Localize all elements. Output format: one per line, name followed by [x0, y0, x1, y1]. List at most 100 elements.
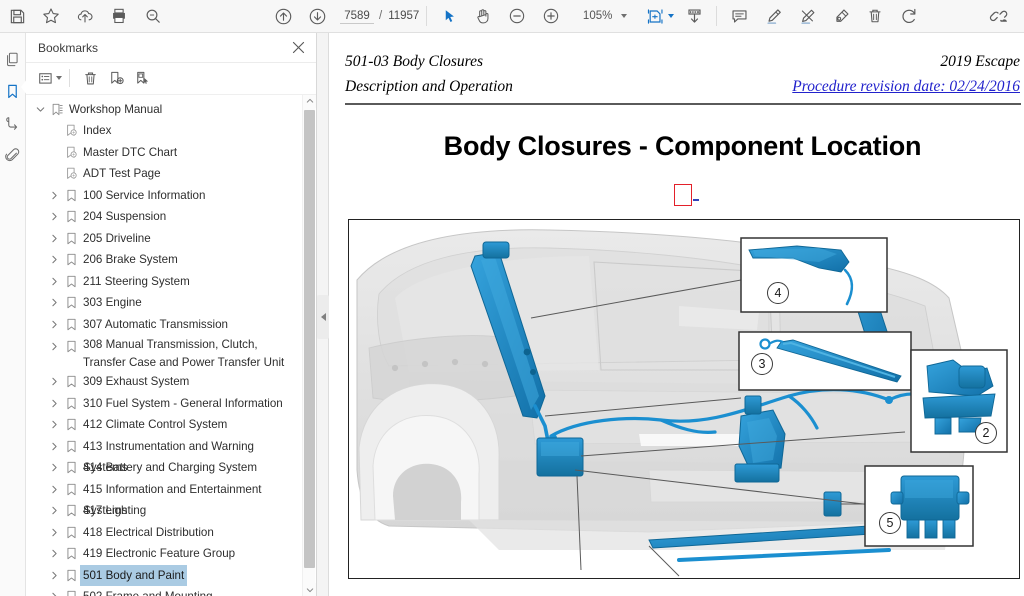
star-icon[interactable]: [34, 0, 68, 33]
bookmarks-scrollbar[interactable]: [302, 95, 315, 596]
bookmark-icon: [62, 500, 80, 522]
bookmark-options-icon[interactable]: [36, 65, 62, 91]
bookmark-item[interactable]: 502 Frame and Mounting: [26, 586, 316, 596]
bookmark-item[interactable]: Index: [26, 120, 316, 142]
bookmark-item[interactable]: 204 Suspension: [26, 206, 316, 228]
bookmark-item[interactable]: 308 Manual Transmission, Clutch, Transfe…: [26, 335, 316, 371]
bookmark-label: 307 Automatic Transmission: [80, 314, 231, 336]
bookmark-item[interactable]: 501 Body and Paint: [26, 565, 316, 587]
scroll-down-arrow-icon[interactable]: [303, 583, 316, 596]
chevron-right-icon[interactable]: [46, 522, 62, 544]
part-release-switch: [824, 492, 841, 516]
pdf-reader-window: 7589 / 11957 105%: [0, 0, 1024, 596]
bookmark-item[interactable]: 206 Brake System: [26, 249, 316, 271]
bookmark-item[interactable]: 205 Driveline: [26, 228, 316, 250]
bookmark-item[interactable]: 310 Fuel System - General Information: [26, 393, 316, 415]
chevron-right-icon[interactable]: [46, 371, 62, 393]
fit-page-icon[interactable]: [643, 0, 677, 33]
callout-5: 5: [879, 512, 901, 534]
current-page-input[interactable]: 7589: [340, 9, 374, 24]
page-scroll-down-icon[interactable]: [677, 0, 711, 33]
bookmark-item[interactable]: 100 Service Information: [26, 185, 316, 207]
chevron-right-icon[interactable]: [46, 249, 62, 271]
chevron-right-icon[interactable]: [46, 414, 62, 436]
chevron-right-icon[interactable]: [46, 565, 62, 587]
bookmark-item[interactable]: 419 Electronic Feature Group: [26, 543, 316, 565]
bookmark-label: 501 Body and Paint: [80, 565, 187, 587]
main-toolbar: 7589 / 11957 105%: [0, 0, 1024, 33]
find-bookmark-icon[interactable]: [129, 65, 155, 91]
bookmark-item[interactable]: 309 Exhaust System: [26, 371, 316, 393]
bookmark-item[interactable]: 307 Automatic Transmission: [26, 314, 316, 336]
chevron-right-icon[interactable]: [46, 228, 62, 250]
scroll-up-arrow-icon[interactable]: [303, 95, 316, 108]
link-cloud-icon[interactable]: [982, 0, 1016, 33]
cloud-upload-icon[interactable]: [68, 0, 102, 33]
chevron-right-icon[interactable]: [46, 457, 62, 479]
chevron-right-icon[interactable]: [46, 336, 62, 358]
bookmark-item[interactable]: 418 Electrical Distribution: [26, 522, 316, 544]
chevron-right-icon[interactable]: [46, 314, 62, 336]
chevron-right-icon[interactable]: [46, 292, 62, 314]
close-icon[interactable]: [288, 38, 308, 58]
chevron-right-icon[interactable]: [46, 436, 62, 458]
chevron-right-icon[interactable]: [46, 543, 62, 565]
bookmark-label: 310 Fuel System - General Information: [80, 393, 286, 415]
highlighter-icon[interactable]: [756, 0, 790, 33]
bookmark-item[interactable]: 412 Climate Control System: [26, 414, 316, 436]
bookmark-item[interactable]: 413 Instrumentation and Warning Systems: [26, 436, 316, 458]
attachments-icon[interactable]: [0, 139, 26, 171]
bookmarks-panel-title: Bookmarks: [38, 41, 288, 55]
red-square-annotation[interactable]: [674, 184, 692, 206]
document-viewport[interactable]: 501-03 Body Closures Description and Ope…: [329, 33, 1024, 596]
rotate-icon[interactable]: [892, 0, 926, 33]
chevron-right-icon[interactable]: [46, 271, 62, 293]
page-thumbnails-icon[interactable]: [0, 43, 26, 75]
bookmarks-toolbar-divider: [69, 69, 70, 87]
signature-icon[interactable]: [0, 107, 26, 139]
print-icon[interactable]: [102, 0, 136, 33]
scrollbar-thumb[interactable]: [304, 110, 315, 568]
bookmark-label: 309 Exhaust System: [80, 371, 192, 393]
panel-splitter[interactable]: [317, 33, 329, 596]
bookmark-icon: [62, 565, 80, 587]
chevron-right-icon[interactable]: [46, 393, 62, 415]
chevron-right-icon[interactable]: [46, 206, 62, 228]
bookmark-item[interactable]: Master DTC Chart: [26, 142, 316, 164]
chevron-right-icon[interactable]: [46, 479, 62, 501]
bookmark-item[interactable]: 415 Information and Entertainment System…: [26, 479, 316, 501]
zoom-out-icon[interactable]: [500, 0, 534, 33]
bookmarks-icon[interactable]: [0, 75, 26, 107]
chevron-right-icon[interactable]: [46, 185, 62, 207]
pen-strikeout-icon[interactable]: [790, 0, 824, 33]
toolbar-view-group: 105%: [432, 0, 631, 32]
bookmarks-panel-header: Bookmarks: [26, 33, 316, 63]
bookmark-item[interactable]: Workshop Manual: [26, 99, 316, 121]
bookmarks-tree[interactable]: Workshop ManualIndexMaster DTC ChartADT …: [26, 95, 316, 596]
bookmark-item[interactable]: 211 Steering System: [26, 271, 316, 293]
procedure-revision-link[interactable]: Procedure revision date: 02/24/2016: [792, 78, 1020, 95]
page-up-icon[interactable]: [266, 0, 300, 33]
bookmark-item[interactable]: 303 Engine: [26, 292, 316, 314]
bookmark-item[interactable]: ADT Test Page: [26, 163, 316, 185]
zoom-level-dropdown[interactable]: 105%: [578, 8, 629, 24]
cursor-select-icon[interactable]: [432, 0, 466, 33]
chevron-right-icon[interactable]: [46, 586, 62, 596]
hand-pan-icon[interactable]: [466, 0, 500, 33]
stamp-icon[interactable]: [824, 0, 858, 33]
bookmark-icon: [62, 314, 80, 336]
panel-collapse-handle[interactable]: [317, 295, 329, 339]
new-bookmark-icon[interactable]: [103, 65, 129, 91]
zoom-in-icon[interactable]: [534, 0, 568, 33]
trash-icon[interactable]: [858, 0, 892, 33]
page-down-icon[interactable]: [300, 0, 334, 33]
comment-icon[interactable]: [722, 0, 756, 33]
page-title: Body Closures - Component Location: [345, 131, 1020, 162]
chevron-left-icon: [321, 313, 326, 321]
chevron-down-icon[interactable]: [32, 99, 48, 121]
chevron-right-icon[interactable]: [46, 500, 62, 522]
search-icon[interactable]: [136, 0, 170, 33]
body-closures-component-location-figure[interactable]: 4 3 2 5: [348, 219, 1020, 579]
save-icon[interactable]: [0, 0, 34, 33]
delete-bookmark-icon[interactable]: [77, 65, 103, 91]
